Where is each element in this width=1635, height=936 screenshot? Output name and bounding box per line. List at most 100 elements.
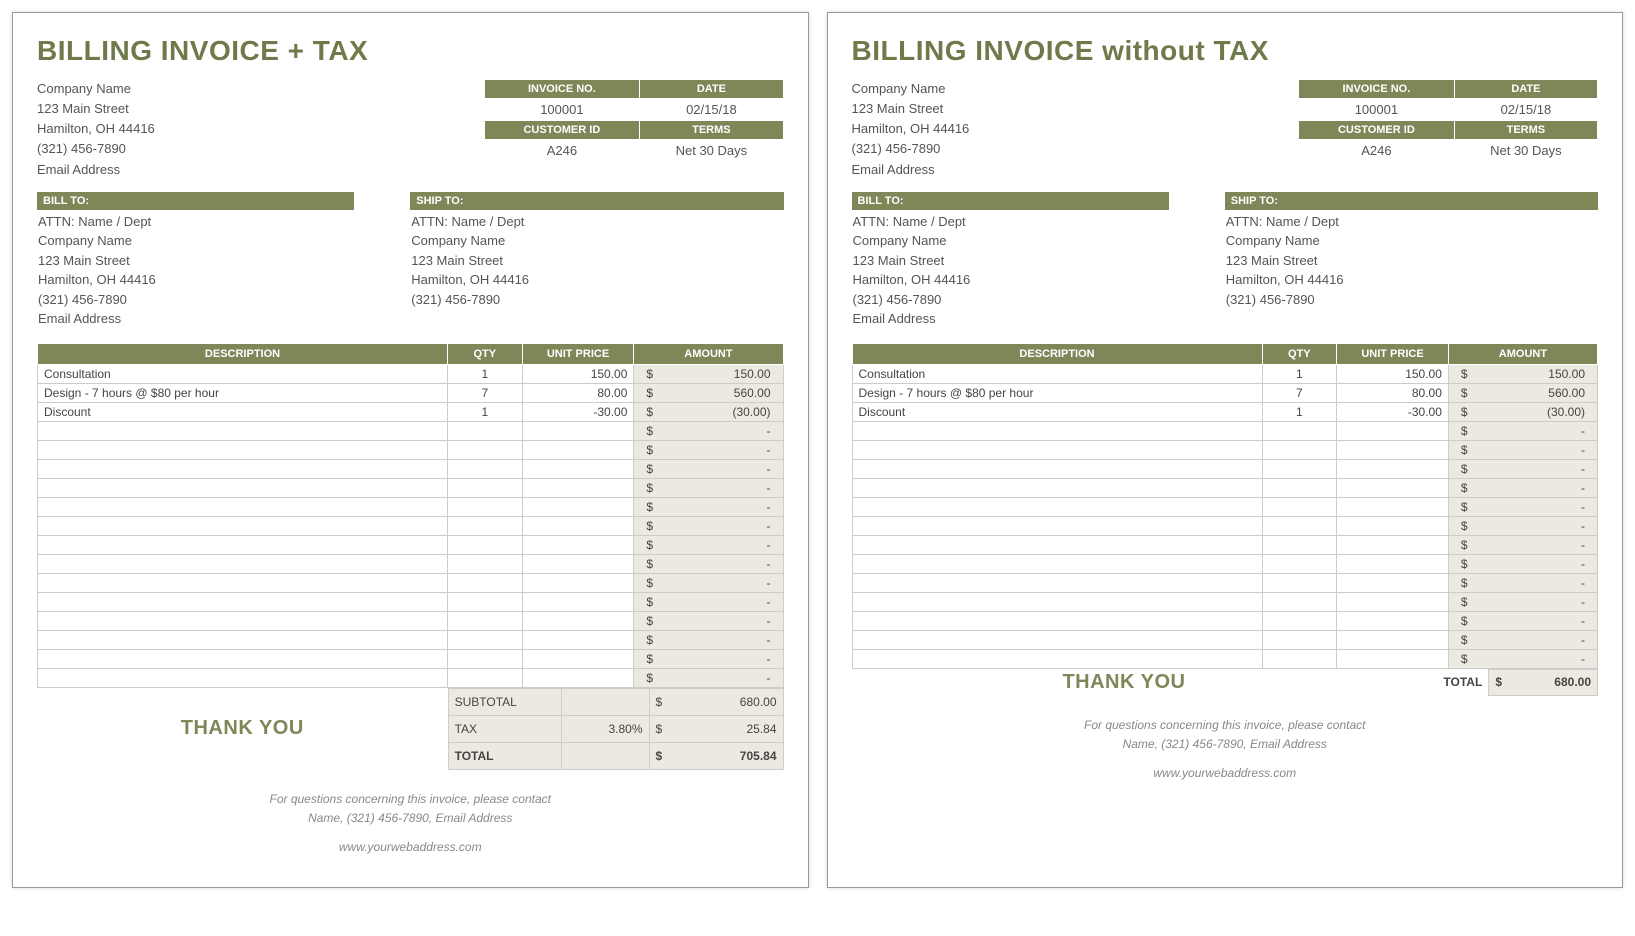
billto-label: BILL TO:: [37, 192, 354, 210]
table-row: $-: [852, 459, 1598, 478]
cell-amount: $-: [1448, 459, 1597, 478]
cell-unit-price: [522, 516, 634, 535]
cell-qty: [1262, 459, 1337, 478]
cell-description: [852, 421, 1262, 440]
address-line: Hamilton, OH 44416: [852, 270, 1225, 290]
table-row: $-: [38, 554, 784, 573]
meta-header-invoice-no: INVOICE NO.: [1299, 80, 1455, 99]
table-row: Consultation1150.00$150.00: [852, 364, 1598, 383]
address-line: ATTN: Name / Dept: [410, 212, 783, 232]
cell-description: [38, 535, 448, 554]
cell-amount: $-: [634, 630, 783, 649]
shipto-block: ATTN: Name / DeptCompany Name123 Main St…: [410, 212, 783, 310]
cell-description: [852, 649, 1262, 668]
line-items-table: DESCRIPTION QTY UNIT PRICE AMOUNT Consul…: [852, 343, 1599, 669]
cell-amount: $-: [1448, 554, 1597, 573]
page-title: BILLING INVOICE + TAX: [37, 35, 784, 67]
table-row: $-: [852, 630, 1598, 649]
address-line: ATTN: Name / Dept: [852, 212, 1225, 232]
cell-unit-price: [522, 611, 634, 630]
table-row: Consultation1150.00$150.00: [38, 364, 784, 383]
cell-description: [852, 592, 1262, 611]
address-line: 123 Main Street: [1225, 251, 1598, 271]
cell-qty: [1262, 478, 1337, 497]
currency-symbol: $: [1495, 675, 1502, 689]
cell-qty: [448, 516, 523, 535]
meta-value-customer-id: A246: [1299, 140, 1455, 162]
cell-description: Design - 7 hours @ $80 per hour: [852, 383, 1262, 402]
line-items-table: DESCRIPTION QTY UNIT PRICE AMOUNT Consul…: [37, 343, 784, 688]
meta-value-customer-id: A246: [484, 140, 640, 162]
cell-description: [852, 516, 1262, 535]
col-unit-price: UNIT PRICE: [1337, 343, 1449, 364]
cell-amount: $-: [634, 440, 783, 459]
cell-amount: $-: [634, 421, 783, 440]
meta-value-invoice-no: 100001: [1299, 99, 1455, 121]
thank-you: THANK YOU: [181, 717, 304, 740]
table-row: Discount1-30.00$(30.00): [852, 402, 1598, 421]
totals-mid: 3.80%: [562, 715, 649, 742]
totals-amount: $705.84: [649, 742, 783, 769]
address-line: Company Name: [852, 79, 970, 99]
address-line: 123 Main Street: [37, 251, 410, 271]
footer-line2: Name, (321) 456-7890, Email Address: [37, 809, 784, 828]
address-line: (321) 456-7890: [37, 139, 155, 159]
cell-qty: 1: [1262, 402, 1337, 421]
address-line: Email Address: [37, 160, 155, 180]
footer-web: www.yourwebaddress.com: [852, 764, 1599, 783]
totals-mid: [562, 688, 649, 715]
col-qty: QTY: [1262, 343, 1337, 364]
address-line: ATTN: Name / Dept: [1225, 212, 1598, 232]
address-line: Hamilton, OH 44416: [37, 119, 155, 139]
cell-qty: [448, 649, 523, 668]
cell-unit-price: 80.00: [1337, 383, 1449, 402]
table-row: $-: [852, 554, 1598, 573]
table-row: $-: [38, 478, 784, 497]
footer: For questions concerning this invoice, p…: [852, 716, 1599, 784]
company-address: Company Name123 Main StreetHamilton, OH …: [852, 79, 970, 180]
totals-amount: $25.84: [649, 715, 783, 742]
address-line: Email Address: [852, 160, 970, 180]
invoice-without-tax: BILLING INVOICE without TAX Company Name…: [827, 12, 1624, 888]
billto-block: ATTN: Name / DeptCompany Name123 Main St…: [37, 212, 410, 329]
thank-you: THANK YOU: [1062, 671, 1185, 694]
cell-description: [852, 611, 1262, 630]
address-line: Company Name: [1225, 231, 1598, 251]
cell-qty: [1262, 592, 1337, 611]
meta-header-terms: TERMS: [1454, 121, 1597, 140]
cell-unit-price: -30.00: [1337, 402, 1449, 421]
cell-amount: $560.00: [634, 383, 783, 402]
footer-line1: For questions concerning this invoice, p…: [852, 716, 1599, 735]
cell-amount: $-: [1448, 478, 1597, 497]
page-title: BILLING INVOICE without TAX: [852, 35, 1599, 67]
company-address: Company Name123 Main StreetHamilton, OH …: [37, 79, 155, 180]
address-line: 123 Main Street: [852, 99, 970, 119]
table-row: Design - 7 hours @ $80 per hour780.00$56…: [38, 383, 784, 402]
shipto-block: ATTN: Name / DeptCompany Name123 Main St…: [1225, 212, 1598, 310]
cell-unit-price: [1337, 440, 1449, 459]
table-row: $-: [38, 611, 784, 630]
cell-amount: $-: [1448, 649, 1597, 668]
cell-description: [38, 554, 448, 573]
address-line: (321) 456-7890: [1225, 290, 1598, 310]
cell-qty: 7: [448, 383, 523, 402]
totals-table: SUBTOTAL$680.00TAX3.80%$25.84TOTAL$705.8…: [448, 688, 784, 770]
cell-description: [852, 535, 1262, 554]
cell-amount: $-: [634, 497, 783, 516]
table-row: $-: [38, 649, 784, 668]
address-line: Email Address: [852, 309, 1225, 329]
cell-amount: $-: [1448, 497, 1597, 516]
col-unit-price: UNIT PRICE: [522, 343, 634, 364]
cell-amount: $560.00: [1448, 383, 1597, 402]
cell-amount: $-: [1448, 516, 1597, 535]
totals-mid: [562, 742, 649, 769]
cell-description: [38, 440, 448, 459]
table-row: $-: [38, 592, 784, 611]
cell-qty: [448, 630, 523, 649]
address-line: Email Address: [37, 309, 410, 329]
cell-qty: [1262, 573, 1337, 592]
totals-label: SUBTOTAL: [448, 688, 562, 715]
billto-block: ATTN: Name / DeptCompany Name123 Main St…: [852, 212, 1225, 329]
cell-amount: $-: [634, 535, 783, 554]
table-row: $-: [852, 573, 1598, 592]
